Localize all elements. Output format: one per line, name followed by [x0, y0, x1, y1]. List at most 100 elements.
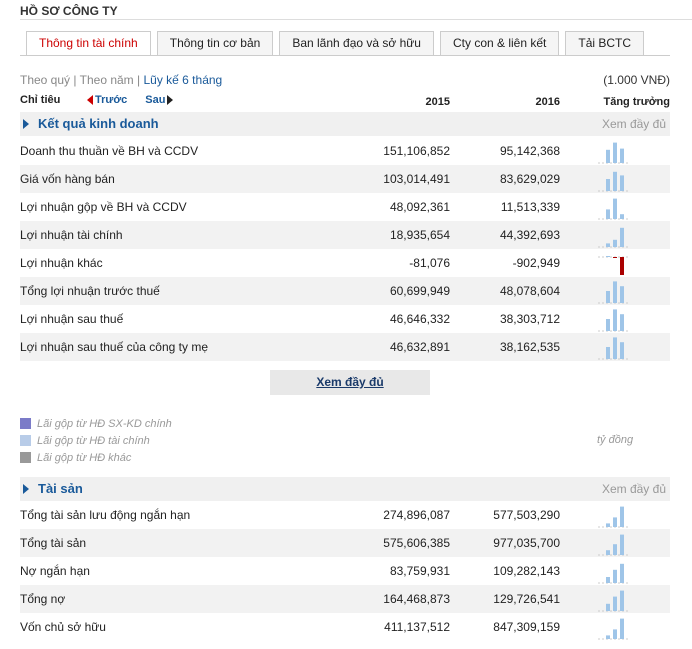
section-title: Kết quả kinh doanh	[38, 116, 159, 131]
tab-leadership-ownership[interactable]: Ban lãnh đạo và sở hữu	[279, 31, 434, 55]
sparkline-bar	[613, 596, 617, 611]
col-year-1: 2015	[425, 96, 450, 108]
growth-sparkline	[598, 618, 628, 640]
sparkline-bar	[606, 635, 610, 639]
row-label: Tổng tài sản lưu động ngắn hạn	[20, 508, 191, 522]
row-value-2015: 274,896,087	[383, 508, 450, 522]
table-row: Lợi nhuận sau thuế của công ty mẹ 46,632,…	[20, 333, 670, 361]
sparkline-bar	[613, 569, 617, 583]
row-value-2015: 46,646,332	[389, 312, 450, 326]
table-row: Vốn chủ sở hữu 411,137,512 847,309,159	[20, 613, 670, 641]
tabs-divider	[20, 55, 670, 56]
table-row: Giá vốn hàng bán 103,014,491 83,629,029	[20, 165, 670, 193]
sparkline-bar	[606, 149, 610, 163]
period-quarter-link[interactable]: Theo quý	[20, 73, 70, 87]
table-row: Nợ ngắn hạn 83,759,931 109,282,143	[20, 557, 670, 585]
row-value-2016: 38,303,712	[499, 312, 560, 326]
section-kqkd-header[interactable]: Kết quả kinh doanh Xem đầy đủ	[20, 112, 670, 136]
tab-download-reports[interactable]: Tải BCTC	[565, 31, 645, 55]
row-value-2015: 151,106,852	[383, 144, 450, 158]
view-full-link[interactable]: Xem đầy đủ	[602, 117, 666, 131]
tab-subsidiaries[interactable]: Cty con & liên kết	[439, 31, 560, 55]
sparkline-bar	[606, 319, 610, 331]
row-value-2016: 11,513,339	[500, 200, 560, 214]
sparkline-bar	[606, 291, 610, 303]
tab-financial-info[interactable]: Thông tin tài chính	[26, 31, 151, 56]
row-label: Lợi nhuận sau thuế của công ty mẹ	[20, 340, 208, 354]
sparkline-bar	[613, 517, 617, 527]
sparkline-bar	[620, 342, 624, 359]
kqkd-table: Doanh thu thuần về BH và CCDV 151,106,852…	[20, 137, 670, 361]
row-value-2016: 129,726,541	[493, 592, 560, 606]
row-value-2016: 83,629,029	[499, 172, 560, 186]
next-link[interactable]: Sau	[145, 94, 165, 106]
chart-unit-label: tỷ đồng	[597, 434, 634, 446]
row-value-2016: -902,949	[512, 256, 560, 270]
row-value-2015: 575,606,385	[383, 536, 450, 550]
growth-sparkline	[598, 563, 628, 584]
section-title: Tài sản	[38, 481, 83, 496]
sparkline-bar	[620, 214, 624, 219]
period-separator: |	[137, 73, 141, 87]
prev-link[interactable]: Trước	[95, 94, 127, 106]
row-label: Nợ ngắn hạn	[20, 564, 90, 578]
sparkline-bar	[620, 286, 624, 303]
growth-sparkline	[598, 534, 628, 556]
table-row: Lợi nhuận khác -81,076 -902,949	[20, 249, 670, 277]
legend-item: Lãi gộp từ HĐ SX-KD chính	[20, 415, 172, 432]
tab-basic-info[interactable]: Thông tin cơ bản	[156, 31, 274, 55]
row-value-2015: -81,076	[409, 256, 450, 270]
sparkline-bar	[620, 506, 624, 527]
growth-sparkline	[598, 309, 628, 332]
col-indicator: Chỉ tiêu	[20, 94, 61, 106]
growth-sparkline	[598, 281, 628, 304]
row-label: Lợi nhuận khác	[20, 256, 103, 270]
period-year-link[interactable]: Theo năm	[80, 73, 134, 87]
growth-sparkline	[598, 171, 628, 192]
table-row: Lợi nhuận tài chính 18,935,654 44,392,693	[20, 221, 670, 249]
col-year-2: 2016	[535, 96, 560, 108]
table-row: Lợi nhuận sau thuế 46,646,332 38,303,712	[20, 305, 670, 333]
legend-label: Lãi gộp từ HĐ SX-KD chính	[37, 417, 172, 430]
sparkline-bar	[613, 281, 617, 303]
sparkline-bar	[606, 523, 610, 527]
table-row: Tổng lợi nhuận trước thuế 60,699,949 48,07…	[20, 277, 670, 305]
table-row: Doanh thu thuần về BH và CCDV 151,106,852…	[20, 137, 670, 165]
sparkline-bar	[606, 209, 610, 219]
period-nav: Trước Sau	[87, 94, 174, 106]
row-value-2016: 577,503,290	[493, 508, 560, 522]
table-row: Tổng tài sản lưu động ngắn hạn 274,896,08…	[20, 501, 670, 529]
growth-sparkline	[598, 590, 628, 612]
sparkline-bar	[613, 629, 617, 639]
section-assets-header[interactable]: Tài sản Xem đầy đủ	[20, 477, 670, 501]
table-row: Lợi nhuận gộp về BH và CCDV 48,092,361 11,…	[20, 193, 670, 221]
row-value-2016: 847,309,159	[493, 620, 560, 634]
legend-swatch	[20, 418, 31, 429]
header-divider	[20, 19, 692, 20]
sparkline-bar	[606, 347, 610, 359]
period-separator: |	[73, 73, 77, 87]
sparkline-bar	[620, 175, 624, 191]
sparkline-bar	[613, 337, 617, 359]
row-label: Tổng tài sản	[20, 536, 87, 550]
sparkline-bar	[620, 534, 624, 555]
row-value-2015: 83,759,931	[389, 564, 450, 578]
view-full-link[interactable]: Xem đầy đủ	[602, 482, 666, 496]
legend-swatch	[20, 435, 31, 446]
arrow-left-icon[interactable]	[87, 95, 93, 105]
row-value-2015: 18,935,654	[389, 228, 450, 242]
sparkline-bar	[613, 309, 617, 331]
arrow-right-icon[interactable]	[167, 95, 174, 105]
section-expand-icon	[23, 484, 29, 494]
row-label: Tổng lợi nhuận trước thuế	[20, 284, 160, 298]
period-accum-link[interactable]: Lũy kế 6 tháng	[143, 73, 222, 87]
row-value-2016: 95,142,368	[499, 144, 560, 158]
sparkline-bar	[613, 257, 617, 258]
legend-label: Lãi gộp từ HĐ tài chính	[37, 434, 150, 447]
sparkline-bar	[620, 257, 624, 275]
row-label: Lợi nhuận sau thuế	[20, 312, 124, 326]
sparkline-bar	[613, 142, 617, 163]
view-full-button[interactable]: Xem đầy đủ	[270, 370, 430, 395]
sparkline-bar	[620, 314, 624, 331]
row-value-2016: 38,162,535	[499, 340, 560, 354]
